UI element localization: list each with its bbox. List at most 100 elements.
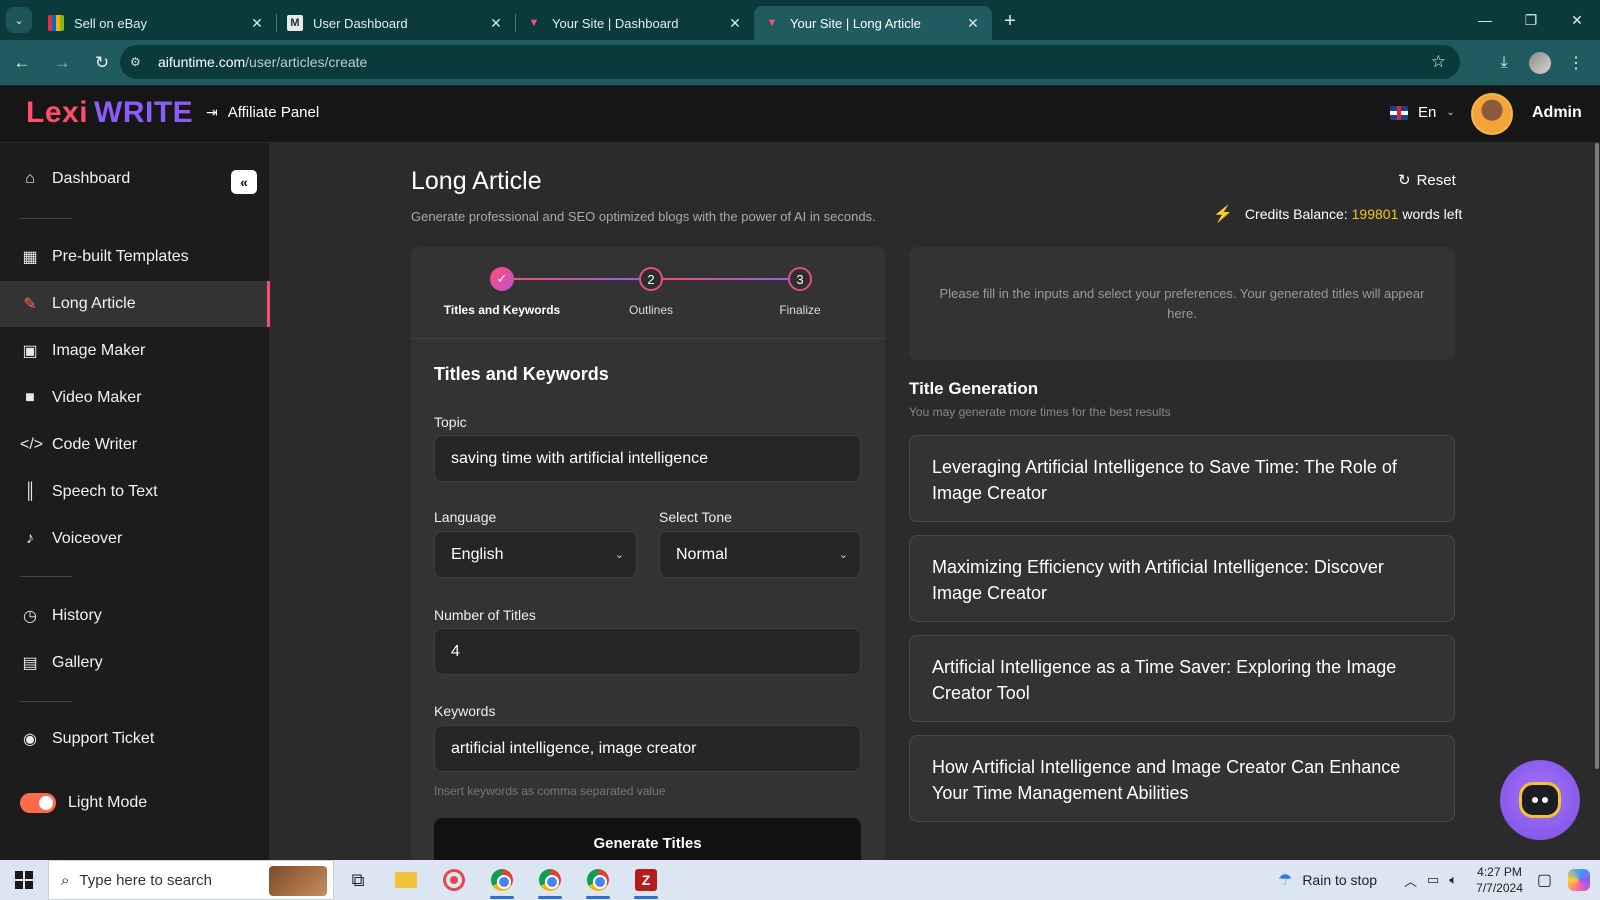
generated-title-card[interactable]: How Artificial Intelligence and Image Cr… [909, 735, 1455, 822]
network-icon[interactable]: ▭ [1427, 872, 1439, 888]
step-label: Titles and Keywords [443, 303, 561, 317]
light-mode-toggle[interactable]: Light Mode [0, 780, 270, 826]
minimize-icon[interactable]: — [1462, 0, 1508, 40]
notification-icon[interactable]: ▢ [1537, 870, 1552, 890]
refresh-icon: ↻ [1398, 172, 1411, 189]
chrome-icon [587, 869, 609, 891]
close-tab-icon[interactable]: ✕ [248, 15, 266, 32]
title-generation-subtitle: You may generate more times for the best… [909, 405, 1171, 419]
close-tab-icon[interactable]: ✕ [726, 15, 744, 32]
chevron-up-icon[interactable]: ︿ [1404, 871, 1417, 890]
topic-input[interactable]: saving time with artificial intelligence [434, 435, 861, 482]
windows-taskbar: ⌕ Type here to search ⧉ Z ☂ Rain to stop ︿… [0, 860, 1600, 900]
copilot-icon[interactable] [1568, 869, 1590, 891]
sidebar-item-image-maker[interactable]: ▣ Image Maker [0, 328, 270, 374]
tab-search-button[interactable]: ⌄ [0, 0, 38, 40]
sidebar-item-label: Dashboard [52, 170, 131, 187]
step-check-icon[interactable]: ✓ [490, 267, 514, 291]
tone-value: Normal [676, 545, 728, 563]
site-settings-icon[interactable]: ⚙ [130, 55, 150, 69]
sidebar-item-long-article[interactable]: ✎ Long Article [0, 281, 270, 327]
sidebar-item-speech-to-text[interactable]: ║ Speech to Text [0, 469, 270, 515]
taskbar-clock[interactable]: 4:27 PM 7/7/2024 [1476, 864, 1523, 896]
form-section-title: Titles and Keywords [434, 364, 609, 384]
avatar[interactable] [1471, 93, 1513, 135]
language-selector[interactable]: En ⌄ [1390, 104, 1455, 121]
task-view-icon[interactable]: ⧉ [334, 860, 382, 900]
filezilla-taskbar-icon[interactable]: Z [622, 860, 670, 900]
forward-icon[interactable]: → [44, 45, 80, 81]
sidebar-divider [20, 576, 72, 577]
download-icon[interactable]: ⤓ [1486, 45, 1522, 81]
browser-tab[interactable]: M User Dashboard ✕ [277, 6, 515, 40]
sidebar-item-label: Support Ticket [52, 730, 155, 747]
file-explorer-icon[interactable] [382, 860, 430, 900]
speaker-icon[interactable]: 🔈︎ [1449, 872, 1457, 888]
results-placeholder: Please fill in the inputs and select you… [909, 247, 1455, 360]
bookmark-star-icon[interactable]: ☆ [1431, 52, 1446, 72]
generate-titles-button[interactable]: Generate Titles [434, 818, 861, 860]
target-icon [443, 869, 465, 891]
collapse-sidebar-button[interactable]: « [231, 170, 257, 194]
toggle-switch[interactable] [20, 793, 56, 813]
sidebar-item-support-ticket[interactable]: ◉ Support Ticket [0, 716, 270, 762]
scrollbar-thumb[interactable] [1595, 143, 1599, 769]
system-tray: ☂ Rain to stop ︿ ▭ 🔈︎ 4:27 PM 7/7/2024 ▢ [1278, 860, 1600, 900]
generated-title-card[interactable]: Leveraging Artificial Intelligence to Sa… [909, 435, 1455, 522]
sidebar-item-label: Long Article [52, 295, 136, 312]
sidebar-item-templates[interactable]: ▦ Pre-built Templates [0, 234, 270, 280]
new-tab-button[interactable]: + [992, 0, 1028, 40]
url-input[interactable]: ⚙ aifuntime.com/user/articles/create ☆ [120, 45, 1460, 79]
user-name[interactable]: Admin [1532, 104, 1582, 122]
close-window-icon[interactable]: ✕ [1554, 0, 1600, 40]
language-label: Language [434, 509, 497, 525]
lexiwrite-logo[interactable]: Lexi WRITE [26, 96, 193, 130]
keywords-input[interactable]: artificial intelligence, image creator [434, 725, 861, 772]
taskbar-search-input[interactable]: ⌕ Type here to search [48, 860, 334, 900]
sidebar-item-history[interactable]: ◷ History [0, 593, 270, 639]
back-icon[interactable]: ← [4, 45, 40, 81]
tone-select[interactable]: Normal ⌄ [659, 531, 861, 578]
browser-tab[interactable]: Sell on eBay ✕ [38, 6, 276, 40]
app-target-icon[interactable] [430, 860, 478, 900]
sidebar-item-video-maker[interactable]: ■ Video Maker [0, 375, 270, 421]
article-form-card: ✓ 2 3 Titles and Keywords Outlines Final… [411, 247, 885, 860]
grid-icon: ▦ [22, 249, 38, 266]
language-select[interactable]: English ⌄ [434, 531, 637, 578]
tab-label: User Dashboard [313, 15, 408, 31]
close-tab-icon[interactable]: ✕ [964, 15, 982, 32]
generated-title-card[interactable]: Maximizing Efficiency with Artificial In… [909, 535, 1455, 622]
affiliate-panel-link[interactable]: ⇥ Affiliate Panel [206, 104, 319, 121]
step-3-dot[interactable]: 3 [788, 267, 812, 291]
restore-icon[interactable]: ❐ [1508, 0, 1554, 40]
reload-icon[interactable]: ↻ [84, 45, 120, 81]
reset-button[interactable]: ↻ Reset [1398, 171, 1456, 190]
step-2-dot[interactable]: 2 [639, 267, 663, 291]
sidebar-item-dashboard[interactable]: ⌂ Dashboard [0, 156, 270, 202]
chrome-icon [491, 869, 513, 891]
start-button[interactable] [0, 871, 48, 889]
close-tab-icon[interactable]: ✕ [487, 15, 505, 32]
sidebar-item-code-writer[interactable]: </> Code Writer [0, 422, 270, 468]
chrome-taskbar-icon[interactable] [478, 860, 526, 900]
credits-prefix: Credits Balance: [1244, 206, 1348, 222]
page-scrollbar[interactable] [1594, 143, 1600, 860]
clock-time: 4:27 PM [1477, 865, 1522, 879]
weather-widget[interactable]: ☂ Rain to stop [1278, 870, 1377, 890]
gallery-icon: ▤ [22, 655, 38, 672]
rain-cloud-icon: ☂ [1277, 872, 1293, 889]
browser-tab[interactable]: ▼ Your Site | Dashboard ✕ [516, 6, 754, 40]
menu-kebab-icon[interactable]: ⋮ [1558, 45, 1594, 81]
browser-address-bar: ← → ↻ ⚙ aifuntime.com/user/articles/crea… [0, 40, 1600, 86]
number-of-titles-input[interactable]: 4 [434, 628, 861, 675]
sidebar-item-voiceover[interactable]: ♪ Voiceover [0, 516, 270, 562]
waveform-icon: ║ [24, 483, 36, 500]
chatbot-button[interactable] [1500, 760, 1580, 840]
chrome-taskbar-icon[interactable] [574, 860, 622, 900]
browser-tab-active[interactable]: ▼ Your Site | Long Article ✕ [754, 6, 992, 40]
chrome-taskbar-icon[interactable] [526, 860, 574, 900]
profile-icon[interactable] [1522, 45, 1558, 81]
code-icon: </> [20, 436, 44, 453]
generated-title-card[interactable]: Artificial Intelligence as a Time Saver:… [909, 635, 1455, 722]
sidebar-item-gallery[interactable]: ▤ Gallery [0, 640, 270, 686]
